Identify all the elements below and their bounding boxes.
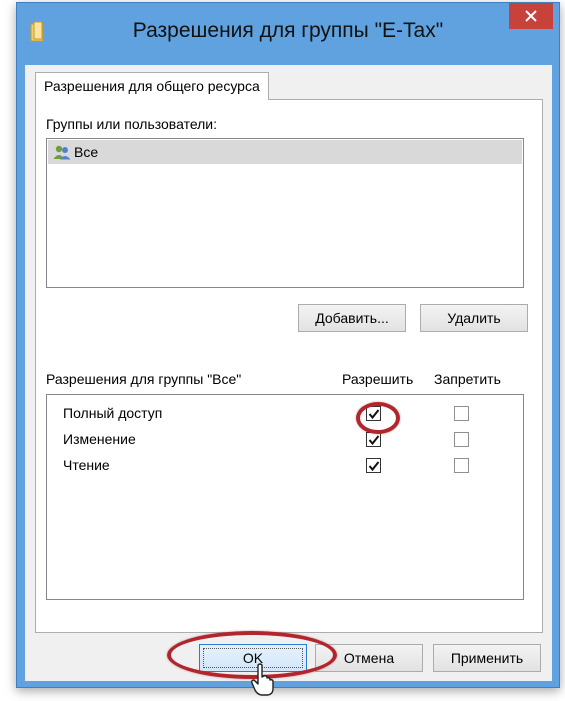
tab-panel: Группы или пользователи: Все Добавить...… bbox=[35, 99, 543, 633]
groups-label: Группы или пользователи: bbox=[46, 116, 218, 132]
checkmark-icon bbox=[368, 409, 380, 420]
close-icon bbox=[525, 10, 537, 22]
deny-checkbox-full-access[interactable] bbox=[454, 406, 469, 421]
checkmark-icon bbox=[368, 461, 380, 472]
permission-name: Чтение bbox=[63, 457, 110, 473]
permission-row-change: Изменение bbox=[47, 427, 523, 453]
permission-row-read: Чтение bbox=[47, 453, 523, 479]
tab-share-permissions[interactable]: Разрешения для общего ресурса bbox=[35, 72, 269, 100]
deny-checkbox-read[interactable] bbox=[454, 458, 469, 473]
focus-rectangle bbox=[203, 648, 303, 668]
apply-button[interactable]: Применить bbox=[433, 644, 541, 672]
close-button[interactable] bbox=[509, 3, 553, 29]
title-bar[interactable]: Разрешения для группы "E-Tax" bbox=[17, 3, 559, 65]
permission-name: Полный доступ bbox=[63, 405, 163, 421]
permissions-label: Разрешения для группы "Все" bbox=[46, 371, 242, 387]
dialog-window: Разрешения для группы "E-Tax" Разрешения… bbox=[16, 2, 560, 696]
remove-button[interactable]: Удалить bbox=[420, 304, 528, 332]
deny-checkbox-change[interactable] bbox=[454, 432, 469, 447]
groups-listbox[interactable]: Все bbox=[46, 138, 524, 288]
list-item-everyone[interactable]: Все bbox=[48, 140, 522, 164]
allow-checkbox-full-access[interactable] bbox=[366, 406, 381, 421]
window-title: Разрешения для группы "E-Tax" bbox=[132, 19, 444, 42]
allow-column-header: Разрешить bbox=[342, 371, 414, 387]
allow-checkbox-change[interactable] bbox=[366, 432, 381, 447]
cancel-button[interactable]: Отмена bbox=[315, 644, 423, 672]
dialog-client-area: Разрешения для общего ресурса Группы или… bbox=[25, 65, 552, 696]
allow-checkbox-read[interactable] bbox=[366, 458, 381, 473]
permission-row-full-access: Полный доступ bbox=[47, 401, 523, 427]
add-button[interactable]: Добавить... bbox=[298, 304, 406, 332]
permissions-list: Полный доступ Изменение Чтение bbox=[46, 394, 524, 600]
users-icon bbox=[53, 145, 71, 160]
ok-button[interactable]: OK bbox=[199, 644, 307, 672]
permission-name: Изменение bbox=[63, 431, 136, 447]
list-item-label: Все bbox=[74, 144, 99, 160]
deny-column-header: Запретить bbox=[434, 371, 501, 387]
checkmark-icon bbox=[368, 435, 380, 446]
folder-share-icon bbox=[30, 21, 44, 42]
